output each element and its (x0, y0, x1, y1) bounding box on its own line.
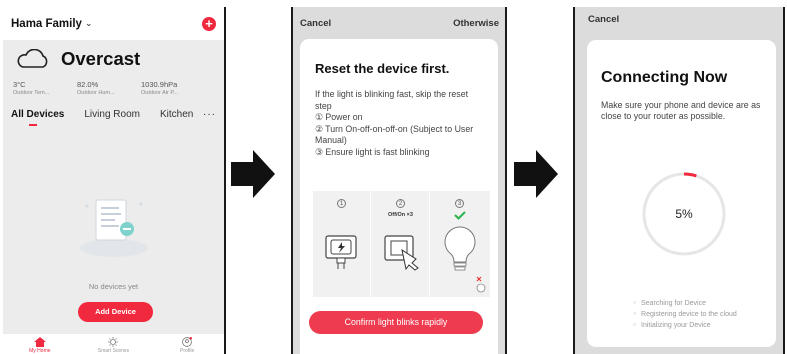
nav-profile[interactable]: Profile (162, 337, 212, 354)
connecting-description: Make sure your phone and device are as c… (601, 100, 761, 121)
step-item: ③ Ensure light is fast blinking (315, 146, 430, 157)
arrow-right-icon (514, 150, 558, 198)
nav-label: My Home (29, 348, 51, 354)
nav-label: Profile (180, 348, 195, 354)
reset-diagram: 1 2 Off/On ×3 3 (313, 191, 490, 297)
diagram-step-switch: 2 Off/On ×3 (372, 191, 430, 297)
add-icon[interactable]: + (202, 16, 216, 31)
plug-icon (325, 235, 357, 269)
nav-label: Smart Scenes (97, 348, 130, 354)
stat-temperature: 3°C Outdoor Tem... (13, 80, 77, 96)
step-number: 3 (455, 199, 464, 208)
reset-steps: ① Power on ② Turn On-off-on-off-on (Subj… (315, 112, 484, 158)
stat-humidity: 82.0% Outdoor Hum... (77, 80, 141, 96)
connecting-card: Connecting Now Make sure your phone and … (587, 40, 776, 347)
status-item: Initializing your Device (633, 320, 737, 331)
stat-label: Outdoor Hum... (77, 90, 115, 96)
empty-illustration (3, 192, 224, 267)
status-item: Registering device to the cloud (633, 309, 737, 320)
cancel-button[interactable]: Cancel (575, 7, 783, 25)
profile-icon (182, 337, 193, 347)
cancel-button[interactable]: Cancel (300, 18, 331, 29)
check-icon (454, 211, 466, 220)
progress-percent: 5% (675, 207, 693, 221)
step-number: 2 (396, 199, 405, 208)
tab-all-devices[interactable]: All Devices (11, 109, 64, 126)
tab-living-room[interactable]: Living Room (84, 109, 140, 120)
step-item: ② Turn On-off-on-off-on (Subject to User… (315, 123, 474, 146)
stat-value: 82.0% (77, 80, 99, 89)
reset-title: Reset the device first. (315, 61, 450, 76)
sun-icon (108, 337, 119, 347)
weather-row: Overcast (3, 40, 224, 70)
connection-status-list: Searching for Device Registering device … (633, 298, 737, 331)
nav-my-home[interactable]: My Home (15, 337, 65, 354)
document-icon (79, 199, 148, 257)
reset-screen: Cancel Otherwise Reset the device first.… (291, 7, 507, 354)
family-name[interactable]: Hama Family (11, 18, 82, 30)
reset-intro: If the light is blinking fast, skip the … (315, 89, 469, 111)
step-number: 1 (337, 199, 346, 208)
home-screen: Hama Family ⌄ + Overcast 3°C Outdoor Tem… (3, 7, 226, 354)
tab-kitchen[interactable]: Kitchen (160, 109, 194, 120)
stat-label: Outdoor Air P... (141, 90, 178, 96)
light-switch-icon (384, 235, 419, 271)
otherwise-button[interactable]: Otherwise (453, 18, 499, 29)
confirm-blink-button[interactable]: Confirm light blinks rapidly (309, 311, 483, 334)
home-header: Hama Family ⌄ + (3, 7, 224, 40)
stat-label: Outdoor Tem... (13, 90, 50, 96)
arrow-right-icon (231, 150, 275, 198)
stat-value: 3°C (13, 80, 26, 89)
status-item: Searching for Device (633, 298, 737, 309)
add-device-button[interactable]: Add Device (78, 302, 153, 322)
diagram-step-blinking: 3 (431, 191, 489, 297)
chevron-down-icon[interactable]: ⌄ (85, 18, 93, 29)
step-item: ① Power on (315, 112, 363, 123)
reset-card: Reset the device first. If the light is … (300, 39, 498, 354)
diagram-step-power: 1 (313, 191, 371, 297)
weather-stats: 3°C Outdoor Tem... 82.0% Outdoor Hum... … (3, 70, 224, 96)
onoff-label: Off/On ×3 (388, 212, 413, 218)
stat-value: 1030.9hPa (141, 80, 178, 89)
nav-smart-scenes[interactable]: Smart Scenes (88, 337, 138, 354)
room-tabs: All Devices Living Room Kitchen ··· (3, 96, 224, 126)
light-bulb-icon (444, 226, 476, 271)
stat-air-pressure: 1030.9hPa Outdoor Air P... (141, 80, 205, 96)
small-bulb-icon (476, 276, 486, 293)
connecting-screen: Cancel Connecting Now Make sure your pho… (573, 7, 785, 354)
bottom-nav: My Home Smart Scenes Profile (3, 334, 224, 354)
empty-state-text: No devices yet (88, 282, 139, 291)
home-icon (33, 337, 46, 347)
reset-header: Cancel Otherwise (293, 7, 505, 29)
connecting-title: Connecting Now (601, 69, 728, 86)
weather-condition: Overcast (61, 48, 141, 69)
cloud-icon (17, 49, 48, 68)
more-icon[interactable]: ··· (203, 109, 216, 120)
